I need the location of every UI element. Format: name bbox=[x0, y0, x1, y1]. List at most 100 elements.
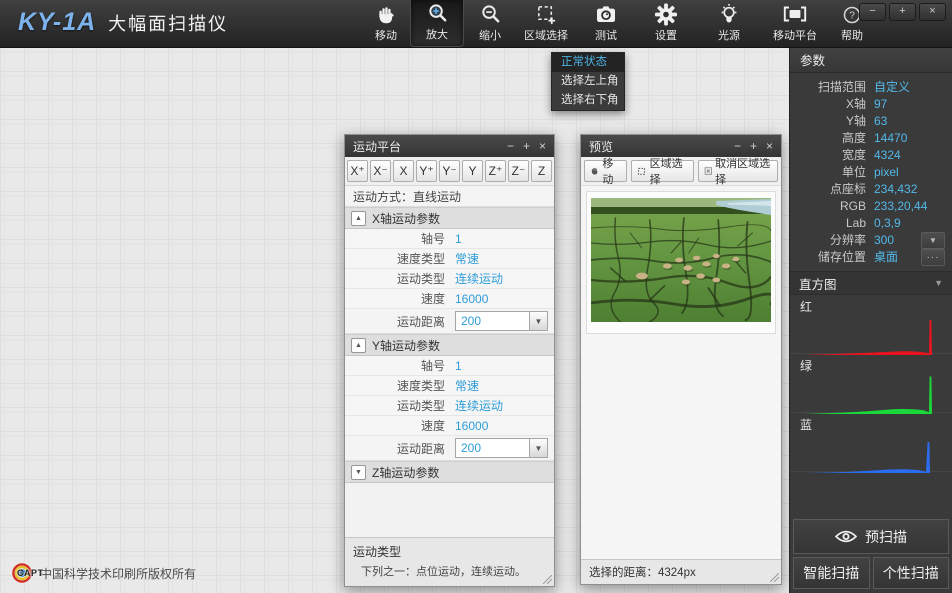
param-row-rgb: RGB 233,20,44 bbox=[790, 197, 952, 214]
help-text: 下列之一：点位运动，连续运动。 bbox=[353, 563, 546, 579]
toolbar-button-zoom-in[interactable]: 放大 bbox=[410, 0, 464, 47]
param-row: 速度 16000 bbox=[345, 416, 554, 436]
distance-dropdown[interactable]: 200 ▼ bbox=[455, 438, 548, 458]
toolbar-button-motion-platform[interactable]: 移动平台 bbox=[762, 0, 828, 47]
minimize-icon[interactable]: − bbox=[507, 140, 514, 152]
section-header-x-axis[interactable]: ▲ X轴运动参数 bbox=[345, 207, 554, 229]
params-panel: 参数 扫描范围 自定义 X轴 97 Y轴 63 高度 14470 宽度 4324 bbox=[789, 47, 952, 593]
speed-value[interactable]: 16000 bbox=[455, 419, 488, 433]
axis-number-value[interactable]: 1 bbox=[455, 232, 462, 246]
preview-region-select-button[interactable]: 区域选择 bbox=[631, 160, 693, 182]
speed-value[interactable]: 16000 bbox=[455, 292, 488, 306]
distance-combo-row: 运动距离 200 ▼ bbox=[345, 309, 554, 334]
collapse-up-icon[interactable]: ▲ bbox=[351, 211, 366, 226]
hand-icon bbox=[375, 2, 397, 26]
close-button[interactable]: × bbox=[919, 3, 946, 21]
axis-button-y-minus[interactable]: Y⁻ bbox=[439, 160, 460, 182]
scanner-app: KY-1A 大幅面扫描仪 移动 bbox=[0, 0, 952, 593]
preview-photo[interactable] bbox=[591, 198, 771, 322]
chevron-down-icon[interactable]: ▼ bbox=[529, 312, 547, 330]
preview-cancel-region-button[interactable]: 取消区域选择 bbox=[698, 160, 779, 182]
param-row-height: 高度 14470 bbox=[790, 129, 952, 146]
preview-status-bar: 选择的距离：4324px bbox=[581, 559, 781, 584]
scan-range-value[interactable]: 自定义 bbox=[874, 78, 910, 95]
toolbar-button-test[interactable]: 测试 bbox=[576, 0, 636, 47]
axis-button-z-minus[interactable]: Z⁻ bbox=[508, 160, 529, 182]
unit-value[interactable]: pixel bbox=[874, 165, 899, 179]
menu-item-select-bottom-right[interactable]: 选择右下角 bbox=[552, 91, 624, 110]
axis-button-y-plus[interactable]: Y⁺ bbox=[416, 160, 437, 182]
section-header-y-axis[interactable]: ▲ Y轴运动参数 bbox=[345, 334, 554, 356]
preview-toolbar: 移动 区域选择 取消区域选择 bbox=[581, 157, 781, 186]
minimize-button[interactable]: − bbox=[859, 3, 886, 21]
distance-dropdown[interactable]: 200 ▼ bbox=[455, 311, 548, 331]
x-axis-value[interactable]: 97 bbox=[874, 97, 887, 111]
param-row: 运动类型 连续运动 bbox=[345, 396, 554, 416]
toolbar-label: 区域选择 bbox=[524, 27, 568, 43]
histogram-green: 绿 bbox=[790, 354, 952, 413]
toolbar-button-region-select[interactable]: 区域选择 bbox=[516, 0, 576, 47]
save-location-value[interactable]: 桌面 bbox=[874, 248, 898, 265]
section-header-z-axis[interactable]: ▼ Z轴运动参数 bbox=[345, 461, 554, 483]
capt-logo: CAPT bbox=[12, 563, 32, 583]
custom-scan-button[interactable]: 个性扫描 bbox=[873, 557, 950, 589]
axis-number-value[interactable]: 1 bbox=[455, 359, 462, 373]
maximize-button[interactable]: + bbox=[889, 3, 916, 21]
axis-jog-buttons: X⁺ X⁻ X Y⁺ Y⁻ Y Z⁺ Z⁻ Z bbox=[345, 157, 554, 186]
top-toolbar: KY-1A 大幅面扫描仪 移动 bbox=[0, 0, 952, 48]
y-axis-value[interactable]: 63 bbox=[874, 114, 887, 128]
axis-button-x[interactable]: X bbox=[393, 160, 414, 182]
help-title: 运动类型 bbox=[353, 543, 546, 560]
speed-type-value[interactable]: 常速 bbox=[455, 377, 479, 394]
param-row: 运动类型 连续运动 bbox=[345, 269, 554, 289]
motion-window-titlebar[interactable]: 运动平台 − + × bbox=[345, 135, 554, 157]
toolbar-label: 帮助 bbox=[841, 27, 863, 43]
smart-scan-button[interactable]: 智能扫描 bbox=[793, 557, 870, 589]
brand-logo: KY-1A bbox=[18, 8, 96, 37]
prescan-button[interactable]: 预扫描 bbox=[793, 519, 949, 554]
toolbar-button-settings[interactable]: 设置 bbox=[636, 0, 696, 47]
minimize-icon[interactable]: − bbox=[734, 140, 741, 152]
menu-item-select-top-left[interactable]: 选择左上角 bbox=[552, 72, 624, 91]
axis-button-y[interactable]: Y bbox=[462, 160, 483, 182]
copyright-bar: CAPT 中国科学技术印刷所版权所有 bbox=[12, 563, 196, 583]
lab-value: 0,3,9 bbox=[874, 216, 901, 230]
motion-type-value[interactable]: 连续运动 bbox=[455, 397, 503, 414]
maximize-icon[interactable]: + bbox=[523, 140, 530, 152]
axis-button-z-plus[interactable]: Z⁺ bbox=[485, 160, 506, 182]
motion-type-value[interactable]: 连续运动 bbox=[455, 270, 503, 287]
param-row-resolution: 分辨率 300 ▼ bbox=[790, 231, 952, 248]
preview-window-titlebar[interactable]: 预览 − + × bbox=[581, 135, 781, 157]
speed-type-value[interactable]: 常速 bbox=[455, 250, 479, 267]
height-value[interactable]: 14470 bbox=[874, 131, 907, 145]
axis-button-z[interactable]: Z bbox=[531, 160, 552, 182]
resize-grip[interactable] bbox=[543, 575, 552, 584]
preview-window-title: 预览 bbox=[589, 138, 613, 155]
preview-window: 预览 − + × 移动 区域选择 bbox=[580, 134, 782, 585]
close-icon[interactable]: × bbox=[539, 140, 546, 152]
histogram-header[interactable]: 直方图 ▼ bbox=[790, 271, 952, 295]
param-row: 轴号 1 bbox=[345, 356, 554, 376]
param-row-y-axis: Y轴 63 bbox=[790, 112, 952, 129]
preview-move-button[interactable]: 移动 bbox=[584, 160, 627, 182]
resize-grip[interactable] bbox=[770, 573, 779, 582]
width-value[interactable]: 4324 bbox=[874, 148, 901, 162]
chevron-down-icon[interactable]: ▼ bbox=[529, 439, 547, 457]
resolution-value[interactable]: 300 bbox=[874, 233, 894, 247]
toolbar-button-move[interactable]: 移动 bbox=[362, 0, 410, 47]
maximize-icon[interactable]: + bbox=[750, 140, 757, 152]
axis-button-x-minus[interactable]: X⁻ bbox=[370, 160, 391, 182]
browse-ellipsis-button[interactable]: ··· bbox=[921, 249, 945, 266]
collapse-down-icon[interactable]: ▼ bbox=[351, 465, 366, 480]
toolbar-button-light-source[interactable]: 光源 bbox=[696, 0, 762, 47]
zoom-in-icon bbox=[426, 1, 449, 25]
collapse-up-icon[interactable]: ▲ bbox=[351, 338, 366, 353]
resolution-dropdown-button[interactable]: ▼ bbox=[921, 232, 945, 249]
toolbar-button-zoom-out[interactable]: 缩小 bbox=[464, 0, 516, 47]
close-icon[interactable]: × bbox=[766, 140, 773, 152]
axis-button-x-plus[interactable]: X⁺ bbox=[347, 160, 368, 182]
param-row-lab: Lab 0,3,9 bbox=[790, 214, 952, 231]
cancel-region-icon bbox=[704, 166, 713, 176]
menu-item-normal-state[interactable]: 正常状态 bbox=[552, 53, 624, 72]
params-rows: 扫描范围 自定义 X轴 97 Y轴 63 高度 14470 宽度 4324 单位… bbox=[790, 73, 952, 265]
